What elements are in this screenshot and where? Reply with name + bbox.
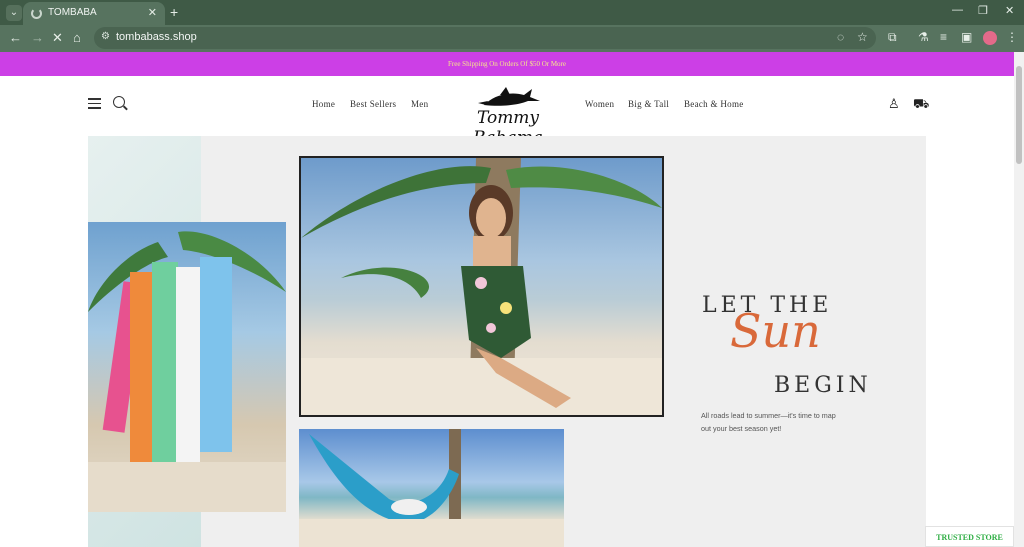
profile-avatar[interactable] [983,31,997,45]
media-icon[interactable]: ≡ [940,30,947,44]
site-logo[interactable]: Tommy Bahama [448,83,568,148]
address-bar[interactable]: ⚙ tombabass.shop ◌ ☆ [94,27,876,49]
hero-banner: LET THE Sun BEGIN All roads lead to summ… [88,136,926,547]
back-arrow-icon[interactable]: ← [9,30,22,45]
forward-arrow-icon[interactable]: → [31,30,44,45]
announcement-bar: Free Shipping On Orders Of $50 Or More [0,52,1014,76]
eye-off-icon[interactable]: ◌ [837,30,844,44]
search-icon[interactable] [113,96,125,108]
home-icon[interactable]: ⌂ [73,30,81,45]
nav-men[interactable]: Men [411,99,428,109]
nav-home[interactable]: Home [312,99,335,109]
bookmark-star-icon[interactable]: ☆ [857,30,868,44]
more-menu-icon[interactable]: ⋮ [1006,30,1018,44]
new-tab-button[interactable]: + [170,4,178,20]
url-text[interactable]: tombabass.shop [116,31,197,43]
trusted-store-badge[interactable]: TRUSTED STORE [925,526,1014,547]
nav-women[interactable]: Women [585,99,614,109]
page-scrollbar[interactable] [1014,52,1024,547]
shirts-on-palm-photo[interactable] [88,222,286,512]
site-info-icon[interactable]: ⚙ [101,31,110,42]
close-tab-icon[interactable]: ✕ [148,6,157,19]
menu-icon[interactable] [88,98,101,109]
tab-title: TOMBABA [48,7,97,18]
headline-script: Sun [730,304,821,358]
cart-icon[interactable]: ⛟ [913,96,929,114]
extensions-icon[interactable]: ⧉ [888,30,897,45]
swimsuit-model-photo[interactable] [299,156,664,417]
nav-big-and-tall[interactable]: Big & Tall [628,99,669,109]
side-panel-icon[interactable]: ▣ [961,30,972,44]
headline-bottom: BEGIN [774,373,872,398]
close-window-button[interactable]: ✕ [1005,4,1014,17]
loading-spinner-icon [31,8,42,19]
nav-beach-and-home[interactable]: Beach & Home [684,99,744,109]
browser-toolbar: ← → ✕ ⌂ ⚙ tombabass.shop ◌ ☆ ⧉ ⚗ ≡ ▣ ⋮ [0,25,1024,52]
restore-button[interactable]: ❐ [978,4,988,17]
minimize-button[interactable]: — [952,4,963,16]
site-header: Home Best Sellers Men Tommy Bahama Women… [0,76,1014,148]
web-page: Free Shipping On Orders Of $50 Or More H… [0,52,1014,547]
nav-best-sellers[interactable]: Best Sellers [350,99,396,109]
scrollbar-thumb[interactable] [1016,66,1022,164]
trusted-store-label: TRUSTED STORE [936,533,1003,542]
labs-flask-icon[interactable]: ⚗ [918,30,929,44]
hero-copy: All roads lead to summer—it's time to ma… [701,411,836,433]
stop-loading-icon[interactable]: ✕ [52,30,63,46]
browser-tab[interactable]: TOMBABA ✕ [23,2,165,25]
tab-search-chevron-icon[interactable]: ⌄ [6,5,22,21]
browser-tabbar: ⌄ TOMBABA ✕ + — ❐ ✕ [0,0,1024,25]
hammock-beach-photo[interactable] [299,429,564,547]
announcement-text: Free Shipping On Orders Of $50 Or More [447,60,566,68]
account-icon[interactable]: ♙ [888,96,900,112]
